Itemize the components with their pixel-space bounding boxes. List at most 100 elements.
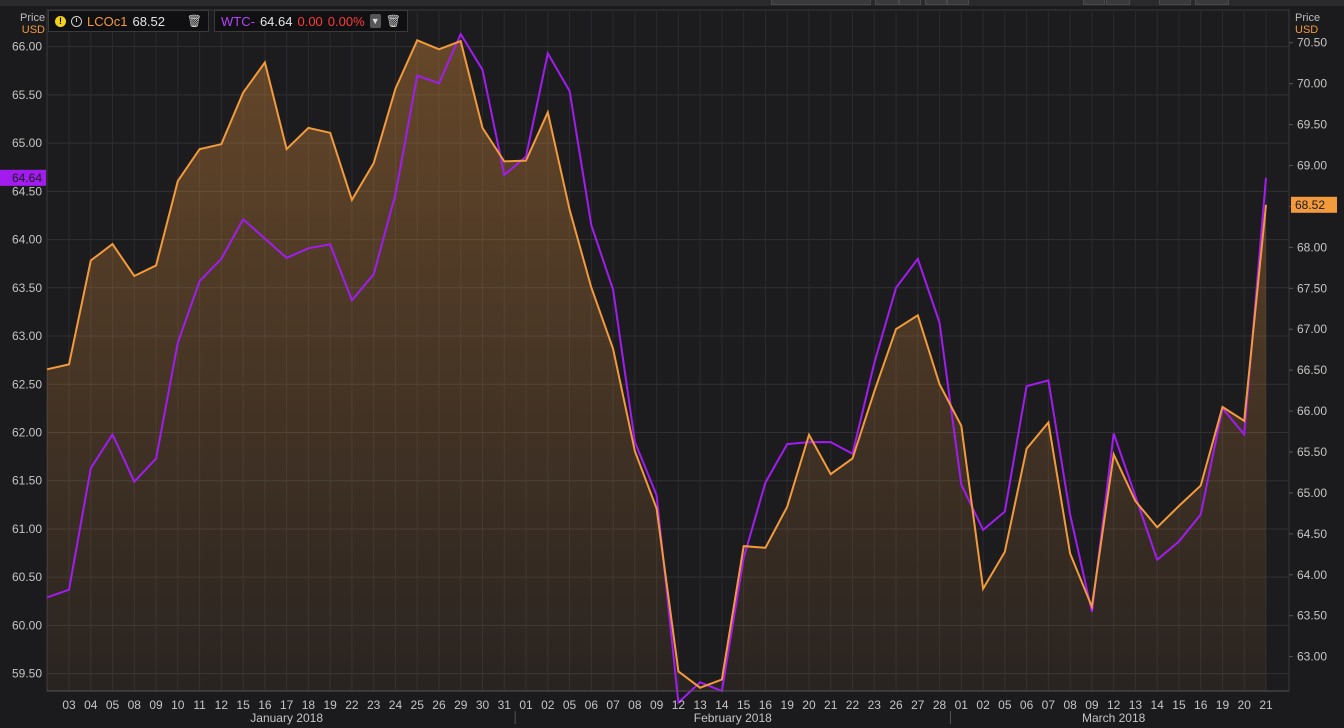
left-axis-tick-label: 60.50 bbox=[12, 570, 42, 584]
left-axis-tick-label: 62.50 bbox=[12, 377, 42, 391]
x-axis-tick-label: 16 bbox=[1194, 698, 1208, 712]
left-axis-tick-label: 66.00 bbox=[12, 40, 42, 54]
x-axis-tick-label: 19 bbox=[1216, 698, 1230, 712]
left-axis-label: Price bbox=[20, 12, 46, 24]
x-axis-tick-label: 23 bbox=[367, 698, 381, 712]
x-axis-tick-label: 20 bbox=[1238, 698, 1252, 712]
x-axis-tick-label: 08 bbox=[628, 698, 642, 712]
trash-icon[interactable]: 🗑 bbox=[187, 14, 202, 28]
lco-last-value-label: 68.52 bbox=[1295, 198, 1325, 212]
warning-icon[interactable]: ! bbox=[55, 15, 66, 27]
left-axis-tick-label: 61.50 bbox=[12, 474, 42, 488]
x-axis-tick-label: 13 bbox=[1129, 698, 1143, 712]
x-axis-tick-label: 18 bbox=[302, 698, 316, 712]
right-axis-tick-label: 68.00 bbox=[1297, 240, 1327, 254]
x-axis-tick-label: 08 bbox=[1063, 698, 1077, 712]
trash-icon[interactable]: 🗑 bbox=[386, 14, 401, 28]
wtc-last-value-label: 64.64 bbox=[12, 171, 42, 185]
x-axis-tick-label: 17 bbox=[280, 698, 294, 712]
x-axis-tick-label: 16 bbox=[258, 698, 272, 712]
left-axis-tick-label: 65.50 bbox=[12, 88, 42, 102]
right-axis-tick-label: 65.50 bbox=[1297, 445, 1327, 459]
right-axis-tick-label: 63.00 bbox=[1297, 650, 1327, 664]
x-axis-tick-label: 26 bbox=[432, 698, 446, 712]
clock-icon[interactable] bbox=[71, 15, 82, 27]
x-axis-tick-label: 09 bbox=[650, 698, 664, 712]
legend-wtc-change-pct: 0.00% bbox=[327, 13, 365, 29]
right-axis-tick-label: 63.50 bbox=[1297, 609, 1327, 623]
x-axis-tick-label: 15 bbox=[737, 698, 751, 712]
x-axis-tick-label: 26 bbox=[889, 698, 903, 712]
x-axis-tick-label: 11 bbox=[193, 698, 206, 712]
right-axis-tick-label: 69.50 bbox=[1297, 118, 1327, 132]
right-axis-tick-label: 70.50 bbox=[1297, 36, 1327, 50]
right-axis-unit: USD bbox=[1295, 24, 1319, 36]
month-label: January 2018 bbox=[250, 711, 323, 725]
x-axis-tick-label: 21 bbox=[824, 698, 838, 712]
x-axis-tick-label: 03 bbox=[62, 698, 76, 712]
x-axis-tick-label: 14 bbox=[1151, 698, 1165, 712]
x-axis-tick-label: 28 bbox=[933, 698, 947, 712]
x-axis-tick-label: 13 bbox=[693, 698, 707, 712]
x-axis-tick-label: 05 bbox=[563, 698, 577, 712]
x-axis-tick-label: 10 bbox=[171, 698, 185, 712]
x-axis-tick-label: 21 bbox=[1259, 698, 1273, 712]
month-label: February 2018 bbox=[694, 711, 772, 725]
x-axis-tick-label: 01 bbox=[955, 698, 969, 712]
x-axis-tick-label: 29 bbox=[454, 698, 468, 712]
right-axis-tick-label: 67.50 bbox=[1297, 281, 1327, 295]
x-axis-tick-label: 12 bbox=[1107, 698, 1121, 712]
legend-lco-value: 68.52 bbox=[132, 13, 166, 29]
left-axis-tick-label: 63.00 bbox=[12, 329, 42, 343]
x-axis-tick-label: 14 bbox=[715, 698, 729, 712]
left-axis-tick-label: 60.00 bbox=[12, 618, 42, 632]
x-axis-tick-label: 19 bbox=[323, 698, 337, 712]
x-axis-tick-label: 12 bbox=[215, 698, 229, 712]
left-axis-tick-label: 64.50 bbox=[12, 184, 42, 198]
x-axis-tick-label: 06 bbox=[1020, 698, 1034, 712]
x-axis-tick-label: 02 bbox=[541, 698, 555, 712]
x-axis-tick-label: 25 bbox=[411, 698, 425, 712]
x-axis-tick-label: 30 bbox=[476, 698, 490, 712]
price-chart[interactable]: 59.50 60.00 60.50 61.00 61.50 62.00 62.50 63.00… bbox=[0, 0, 1344, 728]
x-axis-tick-label: 23 bbox=[868, 698, 882, 712]
x-axis-tick-label: 22 bbox=[345, 698, 359, 712]
x-axis-tick-label: 24 bbox=[389, 698, 403, 712]
x-axis-tick-label: 22 bbox=[846, 698, 860, 712]
x-axis-tick-label: 15 bbox=[236, 698, 250, 712]
x-axis-tick-label: 02 bbox=[976, 698, 990, 712]
x-axis-tick-label: 06 bbox=[585, 698, 599, 712]
right-axis-title: Price USD bbox=[1295, 12, 1320, 36]
right-axis-tick-label: 64.00 bbox=[1297, 568, 1327, 582]
chevron-down-icon[interactable]: ▼ bbox=[369, 14, 381, 28]
right-axis-tick-label: 67.00 bbox=[1297, 322, 1327, 336]
legend-wtc-symbol: WTC- bbox=[221, 13, 255, 29]
left-axis-tick-label: 64.00 bbox=[12, 233, 42, 247]
right-axis-tick-label: 70.00 bbox=[1297, 77, 1327, 91]
x-axis-tick-label: 20 bbox=[802, 698, 816, 712]
left-axis-unit: USD bbox=[21, 24, 45, 36]
legend-wtc-value: 64.64 bbox=[259, 13, 293, 29]
left-axis-tick-label: 59.50 bbox=[12, 667, 42, 681]
x-axis-tick-label: 31 bbox=[498, 698, 512, 712]
legend-wtc[interactable]: WTC- 64.64 0.00 0.00% ▼ 🗑 bbox=[214, 10, 408, 32]
x-axis-tick-label: 05 bbox=[998, 698, 1012, 712]
x-axis-tick-label: 01 bbox=[519, 698, 533, 712]
x-axis-tick-label: 12 bbox=[672, 698, 686, 712]
right-axis-tick-label: 66.50 bbox=[1297, 363, 1327, 377]
x-axis-tick-label: 07 bbox=[1042, 698, 1056, 712]
legend-lco[interactable]: ! LCOc1 68.52 🗑 bbox=[48, 10, 209, 32]
x-axis-tick-label: 16 bbox=[759, 698, 773, 712]
legend-lco-symbol: LCOc1 bbox=[87, 13, 128, 29]
right-axis-label: Price bbox=[1295, 12, 1321, 24]
left-axis-tick-label: 62.00 bbox=[12, 425, 42, 439]
x-axis-tick-label: 19 bbox=[781, 698, 795, 712]
x-axis-tick-label: 09 bbox=[1085, 698, 1099, 712]
month-label: March 2018 bbox=[1082, 711, 1146, 725]
left-axis-title: Price USD bbox=[20, 12, 45, 36]
x-axis-tick-label: 27 bbox=[911, 698, 925, 712]
right-axis-tick-label: 69.00 bbox=[1297, 159, 1327, 173]
left-axis-tick-label: 61.00 bbox=[12, 522, 42, 536]
legend-wtc-change: 0.00 bbox=[297, 13, 323, 29]
x-axis-tick-label: 08 bbox=[128, 698, 142, 712]
